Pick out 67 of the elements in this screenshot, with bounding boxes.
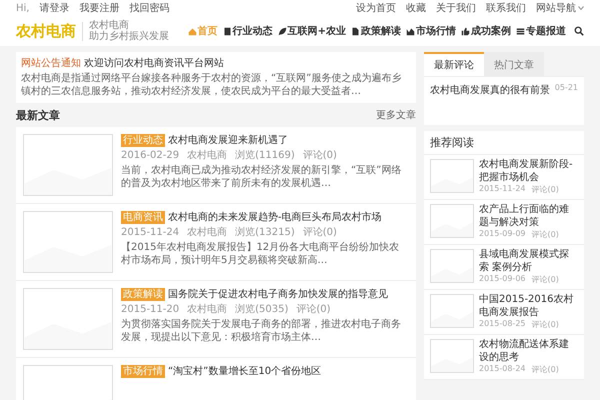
greeting-text: Hi, (16, 2, 30, 14)
top-link[interactable]: 请登录 (39, 1, 70, 15)
article-title[interactable]: 国务院关于促进农村电子商务加快发展的指导意见 (168, 288, 388, 302)
article-excerpt: 【2015年农村电商发展报告】12月份各大电商平台纷纷加快农村市场布局，预计明年5月交易额将突破新高… (121, 241, 400, 268)
date-text: 2015-11-20 (121, 303, 180, 316)
views-text: 浏览(11169) (235, 149, 295, 162)
notice-title[interactable]: 欢迎访问农村电商资讯平台网站 (84, 58, 224, 69)
date-text: 2015-08-24 (479, 364, 526, 375)
recommended-title[interactable]: 农村物流配送体系建设的思考 (479, 339, 578, 364)
sidebar-tab[interactable]: 最新评论 (424, 52, 484, 76)
date-text: 2015-09-06 (479, 274, 526, 285)
top-link[interactable]: 收藏 (406, 1, 426, 15)
document-icon (351, 26, 360, 36)
article-title[interactable]: “淘宝村”数量增长至10个省份地区 (168, 365, 322, 378)
caret-icon[interactable] (578, 6, 584, 10)
panel-title: 推荐阅读 (424, 131, 584, 155)
leaf-icon (278, 26, 287, 36)
recommended-title[interactable]: 中国2015-2016农村电商发展报告 (479, 294, 578, 319)
top-link[interactable]: 设为首页 (356, 1, 396, 15)
slogan-text: 农村电商 (89, 20, 129, 31)
date-text: 2015-11-24 (479, 184, 526, 195)
article-title[interactable]: 农村电商的未来发展趋势-电商巨头布局农村市场 (168, 211, 382, 224)
comments-text: 评论(0) (532, 229, 559, 240)
nav-item[interactable]: 成功案例 (461, 24, 511, 38)
article-excerpt: 为贯彻落实国务院关于发展电子商务的部署，推进农村电子商务发展，现提出以下意见：积极培育市场主体… (121, 318, 402, 344)
search-icon[interactable] (574, 26, 584, 36)
notice-label: 网站公告通知 (21, 58, 81, 69)
top-link[interactable]: 关于我们 (436, 1, 476, 15)
comments-text: 评论(0) (532, 274, 559, 285)
date-text: 2016-02-29 (121, 149, 180, 162)
views-text: 浏览(5035) (235, 303, 288, 316)
article-title[interactable]: 农村电商发展迎来新机遇了 (168, 134, 288, 148)
views-text: 浏览(13215) (235, 226, 295, 240)
list-icon (516, 26, 525, 36)
thumbs-up-icon (461, 26, 470, 36)
nav-item[interactable]: 行业动态 (222, 24, 273, 38)
nav-item[interactable]: 专题报道 (516, 24, 566, 38)
nav-item[interactable]: 政策解读 (351, 24, 401, 38)
home-icon (188, 26, 197, 36)
author-text: 农村电商 (187, 303, 228, 316)
author-text: 农村电商 (187, 226, 228, 240)
recommended-title[interactable]: 县域电商发展模式探索 案例分析 (479, 249, 578, 274)
comments-text: 评论(0) (532, 184, 559, 195)
sidebar-tab[interactable]: 热门文章 (484, 52, 544, 76)
more-link[interactable]: 更多文章 (376, 108, 416, 123)
nav-item[interactable]: 市场行情 (406, 24, 456, 38)
date-text: 2015-11-24 (121, 226, 180, 240)
comments-text: 评论(0) (532, 319, 559, 330)
book-icon (222, 26, 232, 36)
author-text: 农村电商 (187, 149, 228, 162)
comments-text: 评论(0) (532, 364, 559, 375)
slogan-text: 助力乡村振兴发展 (89, 31, 169, 42)
date-text: 2015-08-25 (479, 319, 526, 330)
top-link[interactable]: 找回密码 (129, 1, 170, 15)
nav-item[interactable]: 互联网+农业 (278, 24, 346, 38)
chart-icon (406, 26, 415, 36)
recommended-title[interactable]: 农产品上行面临的难题与解决对策 (479, 204, 578, 229)
top-link[interactable]: 联系我们 (486, 1, 526, 15)
site-menu[interactable]: 网站导航 (536, 1, 576, 15)
notice-text: 农村电商是指通过网络平台嫁接各种服务于农村的资源，“互联网”服务使之成为遍布乡镇村的三农信息服务站，推动农村经济发展，使农民成为平台的最大受益者… (21, 72, 402, 98)
recommended-title[interactable]: 农村电商发展新阶段-把握市场机会 (479, 159, 578, 184)
top-link[interactable]: 我要注册 (79, 1, 120, 15)
section-title: 最新文章 (16, 108, 60, 124)
comment-link[interactable]: 农村电商发展真的很有前景 (430, 83, 550, 119)
comment-date: 05-21 (554, 83, 578, 94)
date-text: 2015-09-09 (479, 229, 526, 240)
article-excerpt: 当前，农村电商已成为推动农村经济发展的新引擎，“互联”网络的普及为农村地区带来了前所未有的发展机遇… (121, 164, 402, 190)
